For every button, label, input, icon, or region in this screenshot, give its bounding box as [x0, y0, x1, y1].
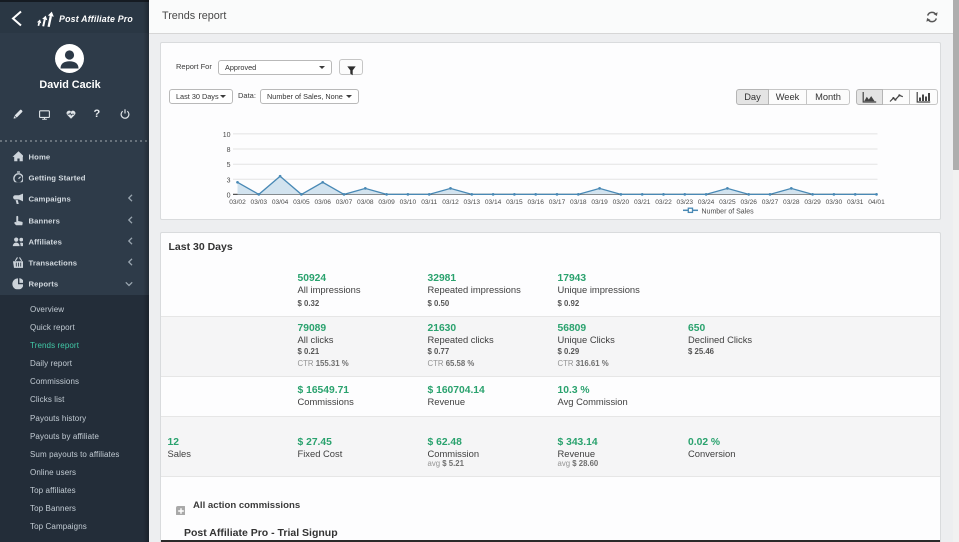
svg-text:03/10: 03/10: [400, 199, 417, 206]
svg-text:03/23: 03/23: [677, 199, 694, 206]
svg-text:03/03: 03/03: [251, 199, 268, 206]
svg-text:03/12: 03/12: [442, 199, 459, 206]
svg-text:5: 5: [227, 162, 231, 169]
svg-text:03/30: 03/30: [826, 199, 843, 206]
svg-text:03/11: 03/11: [421, 199, 437, 206]
svg-text:03/06: 03/06: [314, 199, 331, 206]
svg-text:03/27: 03/27: [762, 199, 779, 206]
svg-text:03/28: 03/28: [783, 199, 800, 206]
svg-text:03/05: 03/05: [293, 199, 310, 206]
svg-text:03/02: 03/02: [229, 199, 246, 206]
svg-text:03/18: 03/18: [570, 199, 587, 206]
svg-text:3: 3: [227, 177, 231, 184]
svg-text:03/14: 03/14: [485, 199, 502, 206]
svg-text:03/13: 03/13: [464, 199, 481, 206]
svg-text:03/15: 03/15: [506, 199, 523, 206]
svg-text:03/07: 03/07: [336, 199, 353, 206]
svg-text:03/26: 03/26: [740, 199, 757, 206]
svg-text:03/20: 03/20: [613, 199, 630, 206]
svg-text:8: 8: [227, 147, 231, 154]
svg-text:Number of Sales: Number of Sales: [702, 208, 755, 215]
svg-text:04/01: 04/01: [868, 199, 885, 206]
svg-text:03/22: 03/22: [655, 199, 672, 206]
svg-text:03/08: 03/08: [357, 199, 374, 206]
svg-text:10: 10: [223, 132, 231, 139]
svg-text:03/31: 03/31: [847, 199, 864, 206]
svg-text:03/17: 03/17: [549, 199, 566, 206]
svg-text:03/25: 03/25: [719, 199, 736, 206]
svg-text:03/04: 03/04: [272, 199, 289, 206]
svg-text:03/29: 03/29: [804, 199, 821, 206]
svg-text:03/21: 03/21: [634, 199, 651, 206]
svg-text:03/24: 03/24: [698, 199, 715, 206]
svg-text:03/16: 03/16: [527, 199, 544, 206]
svg-text:03/19: 03/19: [591, 199, 608, 206]
svg-text:03/09: 03/09: [378, 199, 395, 206]
